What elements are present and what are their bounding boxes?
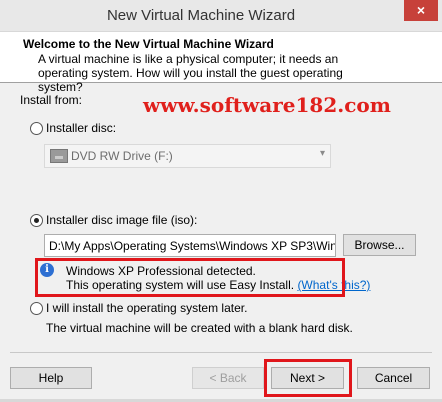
install-later-description: The virtual machine will be created with…: [46, 321, 353, 335]
installer-disc-label[interactable]: Installer disc:: [46, 121, 116, 135]
title-bar: New Virtual Machine Wizard ×: [0, 0, 442, 32]
chevron-down-icon: ▾: [319, 148, 325, 159]
cancel-button[interactable]: Cancel: [357, 367, 430, 389]
footer-separator: [10, 352, 432, 353]
install-later-radio[interactable]: [30, 302, 43, 315]
back-button[interactable]: < Back: [192, 367, 264, 389]
window-title: New Virtual Machine Wizard: [106, 7, 296, 24]
close-button[interactable]: ×: [404, 0, 438, 21]
install-later-label[interactable]: I will install the operating system late…: [46, 301, 247, 315]
detection-highlight-box: [35, 258, 345, 297]
iso-image-radio[interactable]: [30, 214, 43, 227]
next-highlight-box: [264, 359, 352, 397]
installer-disc-radio[interactable]: [30, 122, 43, 135]
browse-button[interactable]: Browse...: [343, 234, 416, 256]
dvd-drive-icon: [50, 149, 68, 163]
wizard-header: Welcome to the New Virtual Machine Wizar…: [0, 32, 442, 94]
help-button[interactable]: Help: [10, 367, 92, 389]
install-from-label: Install from:: [20, 93, 83, 107]
dvd-drive-value: DVD RW Drive (F:): [71, 149, 173, 163]
header-title: Welcome to the New Virtual Machine Wizar…: [23, 37, 274, 51]
watermark-text: www.software182.com: [143, 93, 391, 117]
iso-image-label[interactable]: Installer disc image file (iso):: [46, 213, 197, 227]
header-description: A virtual machine is like a physical com…: [38, 52, 343, 94]
dvd-drive-dropdown[interactable]: DVD RW Drive (F:) ▾: [44, 144, 331, 168]
iso-path-value: D:\My Apps\Operating Systems\Windows XP …: [49, 239, 336, 253]
iso-path-input[interactable]: D:\My Apps\Operating Systems\Windows XP …: [44, 234, 336, 257]
